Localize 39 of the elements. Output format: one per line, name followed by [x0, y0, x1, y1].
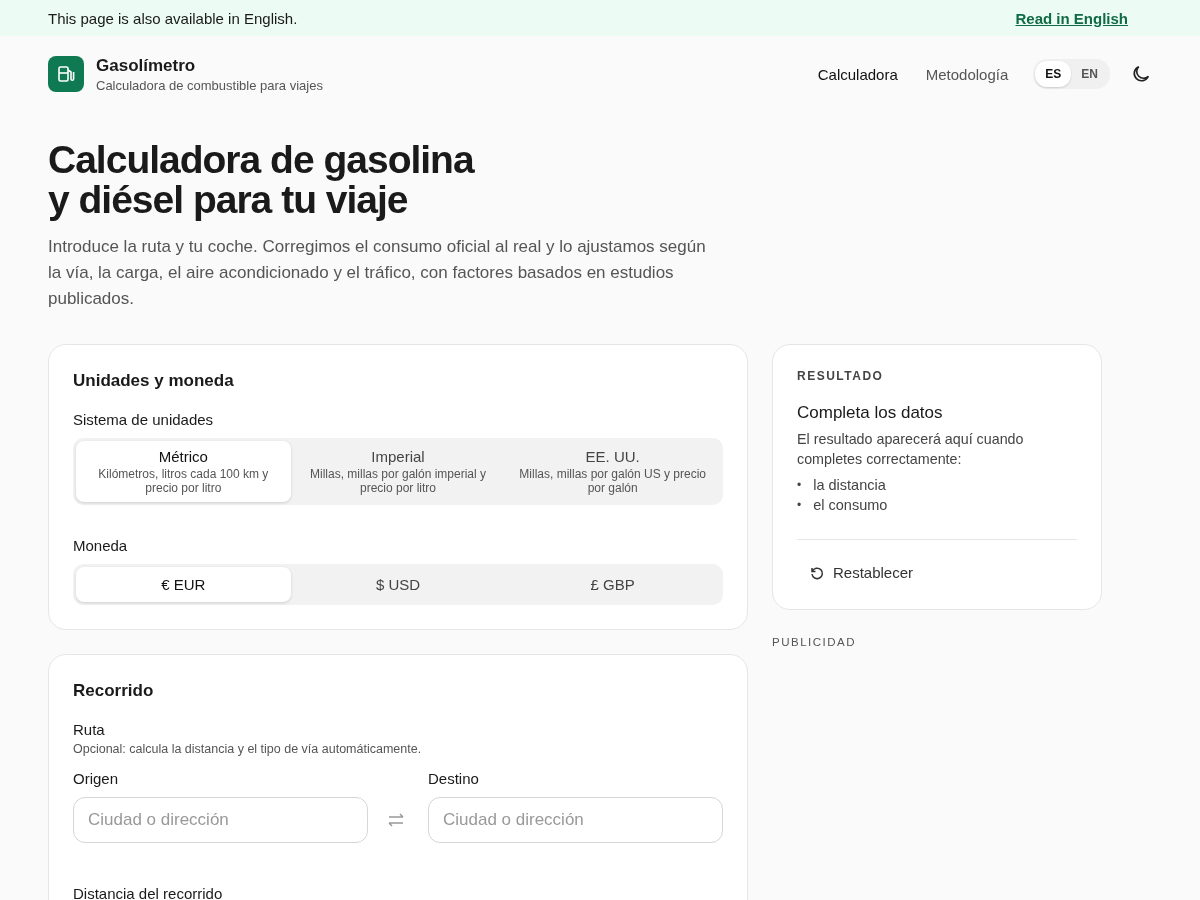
language-option[interactable]: EN [1071, 61, 1108, 87]
intro-paragraph: Introduce la ruta y tu coche. Corregimos el consumo oficial al real y lo ajustamos según la vía, la carga, el aire acondicionado y el tráfico, con factores basados en estudios publicados. [48, 236, 707, 310]
origin-field[interactable]: Ciudad o dirección [73, 797, 368, 843]
result-title: Completa los datos [797, 403, 944, 423]
banner-text: This page is also available in English. [48, 9, 298, 27]
unit-option[interactable]: Métrico Kilómetros, litros cada 100 km y precio por litro [76, 441, 291, 502]
read-in-english-link[interactable]: Read in English [1015, 9, 1128, 27]
card-title: Unidades y moneda [73, 371, 235, 391]
bullet: • [797, 477, 802, 494]
unit-option[interactable]: EE. UU. Millas, millas por galón US y precio por galón [505, 441, 720, 502]
site-title: Gasolímetro [96, 55, 197, 76]
reset-icon [809, 564, 825, 581]
ad-label: PUBLICIDAD [772, 636, 858, 648]
currency-option[interactable]: £ GBP [505, 567, 720, 602]
field-hint: Opcional: calcula la distancia y el tipo de vía automáticamente. [73, 742, 423, 756]
list-item: la distancia [813, 476, 886, 495]
field-label: Destino [428, 770, 480, 787]
field-label: Moneda [73, 537, 129, 554]
field-label: Origen [73, 770, 120, 787]
moon-icon[interactable] [1130, 63, 1152, 85]
unit-option[interactable]: Imperial Millas, millas por galón imperial y precio por litro [290, 441, 506, 502]
result-text: El resultado aparecerá aquí cuando completes correctamente: [797, 430, 1025, 469]
destination-field[interactable]: Ciudad o dirección [428, 797, 723, 843]
nav-link[interactable]: Calculadora [810, 61, 905, 87]
fuel-pump-icon [48, 56, 84, 92]
bullet: • [797, 497, 802, 514]
nav-link[interactable]: Metodología [918, 61, 1016, 87]
page-heading: Calculadora de gasolina y diésel para tu viaje [48, 140, 476, 220]
currency-option[interactable]: $ USD [290, 567, 506, 602]
field-label: Distancia del recorrido [73, 885, 224, 900]
language-option[interactable]: ES [1035, 61, 1072, 87]
site-subtitle: Calculadora de combustible para viajes [96, 77, 323, 93]
list-item: el consumo [813, 496, 888, 515]
currency-option[interactable]: € EUR [76, 567, 291, 602]
field-label: Sistema de unidades [73, 411, 215, 428]
reset-button[interactable]: Restablecer [797, 558, 926, 587]
card-title: Recorrido [73, 681, 155, 701]
section-eyebrow: RESULTADO [797, 369, 885, 383]
field-label: Ruta [73, 721, 106, 738]
